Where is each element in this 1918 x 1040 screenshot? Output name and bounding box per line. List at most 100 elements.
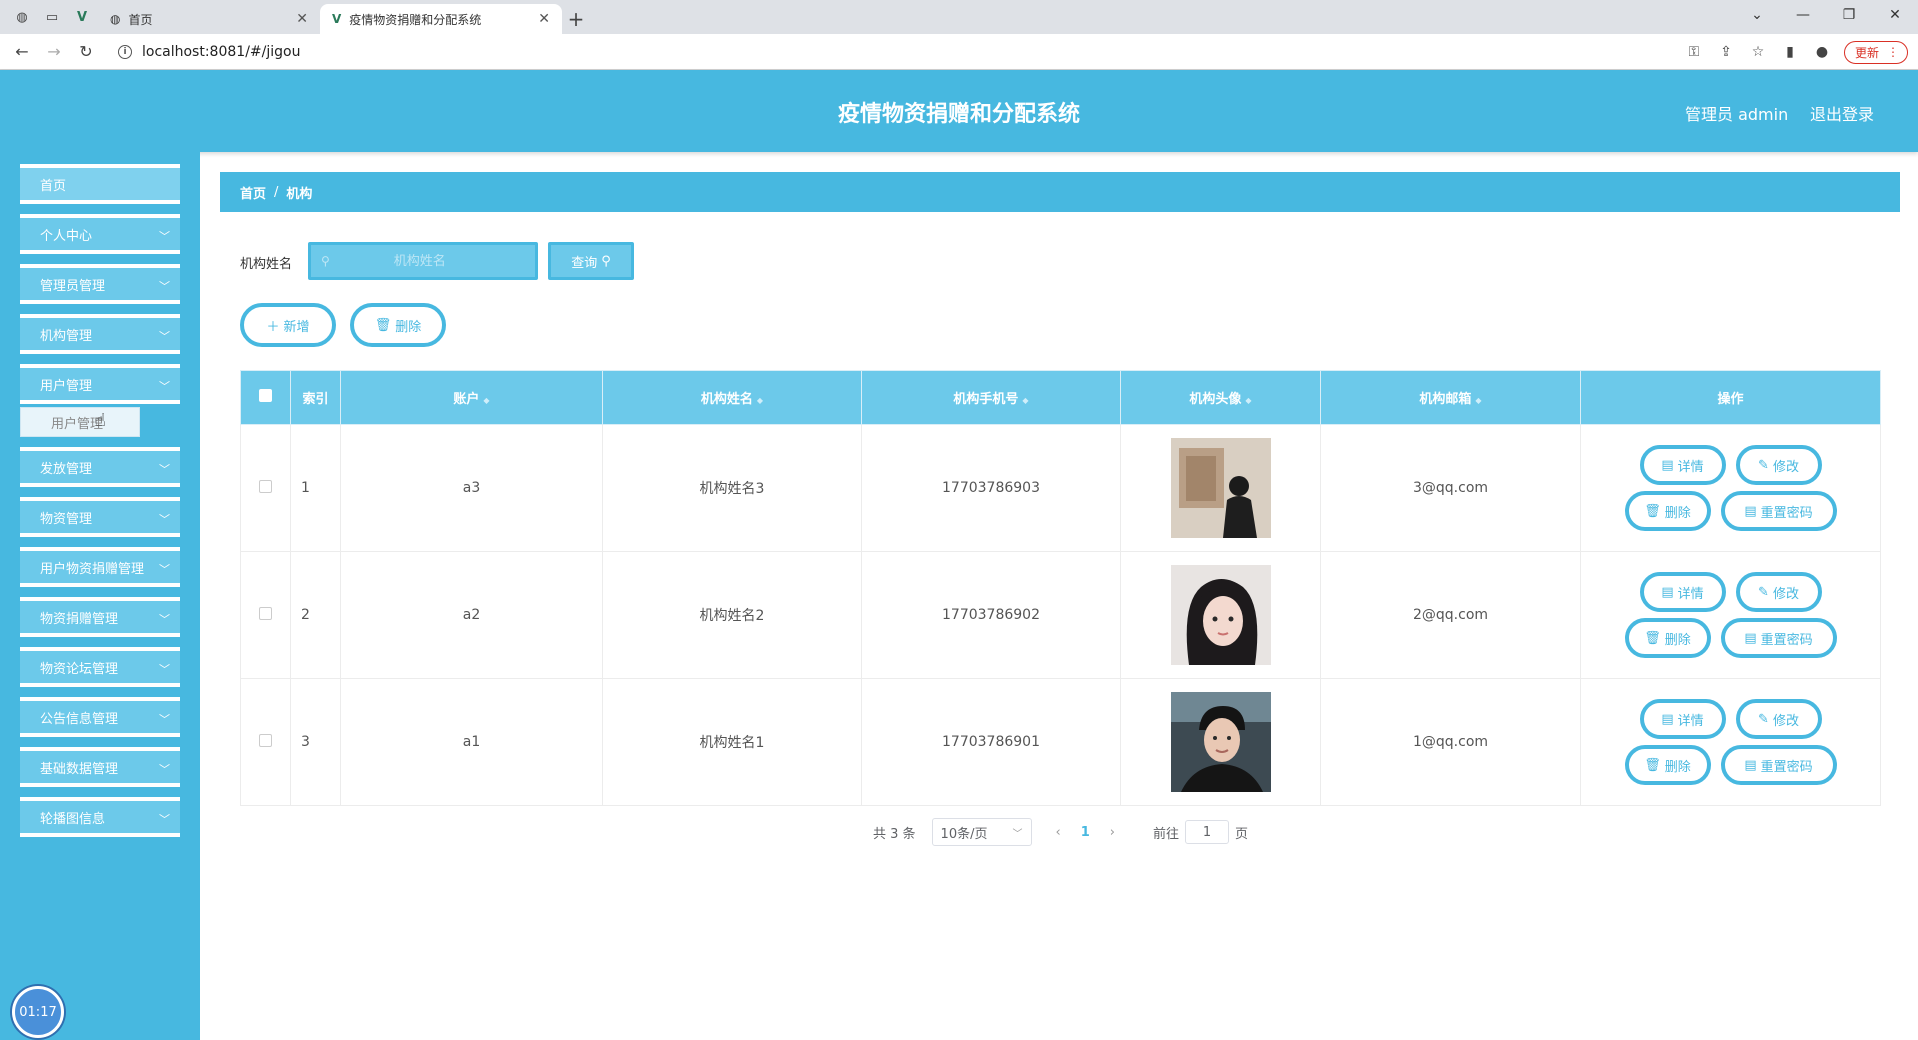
search-input[interactable] (329, 253, 510, 269)
info-icon[interactable]: i (118, 45, 132, 59)
forward-button[interactable]: → (38, 36, 70, 68)
column-header-index: 索引 (290, 370, 341, 425)
close-icon[interactable]: ✕ (538, 11, 550, 27)
back-button[interactable]: ← (6, 36, 38, 68)
key-icon[interactable]: ⚿ (1684, 44, 1704, 60)
pager-total: 共 3 条 (873, 826, 916, 842)
reload-button[interactable]: ↻ (70, 36, 102, 68)
column-label: 账户 (453, 392, 480, 407)
row-select-cell (240, 424, 291, 552)
sidebar-item-user-donation[interactable]: 用户物资捐赠管理 ﹀ (20, 547, 180, 587)
cell-index: 1 (290, 424, 341, 552)
minimize-icon[interactable]: — (1780, 0, 1826, 30)
page-size-value: 10条/页 (940, 826, 988, 842)
next-page-button[interactable]: › (1110, 825, 1115, 840)
row-checkbox[interactable] (259, 606, 272, 620)
sort-icon[interactable]: ◆ (1475, 396, 1481, 405)
row-checkbox[interactable] (259, 733, 272, 747)
reset-password-button[interactable]: ▤ 重置密码 (1720, 745, 1837, 785)
cell-account: a1 (340, 678, 603, 806)
avatar-image[interactable] (1170, 692, 1271, 792)
profile-icon[interactable]: ● (1812, 44, 1832, 60)
chevron-down-icon[interactable]: ⌄ (1734, 0, 1780, 30)
query-button[interactable]: 查询 ⚲ (548, 242, 634, 280)
browser-tab-system[interactable]: V 疫情物资捐赠和分配系统 ✕ (320, 4, 562, 34)
sidebar-item-users[interactable]: 用户管理 ﹀ (20, 364, 180, 404)
row-delete-button[interactable]: 🗑 删除 (1624, 745, 1711, 785)
sidebar-item-profile[interactable]: 个人中心 ﹀ (20, 214, 180, 254)
trash-icon: 🗑 (1644, 630, 1661, 646)
reset-label: 重置密码 (1760, 505, 1813, 521)
sidepanel-icon[interactable]: ▮ (1780, 44, 1800, 60)
edit-button[interactable]: ✎ 修改 (1735, 445, 1822, 485)
globe-icon[interactable]: ◍ (14, 9, 30, 25)
trash-icon: 🗑 (1644, 757, 1661, 773)
cell-name: 机构姓名2 (602, 551, 862, 679)
delete-button[interactable]: 🗑 删除 (350, 303, 446, 347)
prev-page-button[interactable]: ‹ (1056, 825, 1061, 840)
breadcrumb-home[interactable]: 首页 (240, 183, 266, 202)
add-button[interactable]: ＋ 新增 (240, 303, 336, 347)
sidebar-item-label: 机构管理 (40, 328, 93, 344)
edit-button[interactable]: ✎ 修改 (1735, 699, 1822, 739)
sidebar-item-home[interactable]: 首页 (20, 164, 180, 204)
edit-button[interactable]: ✎ 修改 (1735, 572, 1822, 612)
current-page[interactable]: 1 (1081, 825, 1090, 840)
cell-avatar (1120, 678, 1321, 806)
page-size-select[interactable]: 10条/页 ﹀ (931, 818, 1032, 846)
close-window-icon[interactable]: ✕ (1872, 0, 1918, 30)
sidebar-item-donation[interactable]: 物资捐赠管理 ﹀ (20, 597, 180, 637)
column-header-email[interactable]: 机构邮箱 ◆ (1320, 370, 1581, 425)
share-icon[interactable]: ⇪ (1716, 44, 1736, 60)
column-header-actions: 操作 (1580, 370, 1881, 425)
sidebar-item-forum[interactable]: 物资论坛管理 ﹀ (20, 647, 180, 687)
timer-badge: 01:17 (12, 986, 64, 1038)
new-tab-button[interactable]: + (562, 4, 590, 34)
goto-suffix: 页 (1235, 826, 1249, 842)
row-delete-button[interactable]: 🗑 删除 (1624, 491, 1711, 531)
url-field[interactable]: i localhost:8081/#/jigou (104, 38, 1704, 66)
reset-password-button[interactable]: ▤ 重置密码 (1720, 491, 1837, 531)
sidebar-item-org[interactable]: 机构管理 ﹀ (20, 314, 180, 354)
window-controls: ⌄ — ❐ ✕ (1734, 0, 1918, 30)
query-label: 查询 (571, 255, 598, 271)
sidebar-item-admin[interactable]: 管理员管理 ﹀ (20, 264, 180, 304)
column-header-account[interactable]: 账户 ◆ (340, 370, 603, 425)
avatar-image[interactable] (1170, 565, 1271, 665)
cell-email: 2@qq.com (1320, 551, 1581, 679)
sort-icon[interactable]: ◆ (1245, 396, 1251, 405)
search-label: 机构姓名 (240, 257, 293, 272)
sidebar-item-notice[interactable]: 公告信息管理 ﹀ (20, 697, 180, 737)
sidebar-item-basedata[interactable]: 基础数据管理 ﹀ (20, 747, 180, 787)
sort-icon[interactable]: ◆ (1022, 396, 1028, 405)
sidebar-item-supplies[interactable]: 物资管理 ﹀ (20, 497, 180, 537)
select-all-checkbox[interactable] (259, 389, 272, 402)
sort-icon[interactable]: ◆ (483, 396, 489, 405)
star-icon[interactable]: ☆ (1748, 44, 1768, 60)
detail-button[interactable]: ▤ 详情 (1639, 572, 1726, 612)
sidebar-item-distribution[interactable]: 发放管理 ﹀ (20, 447, 180, 487)
vue-icon[interactable]: V (74, 9, 90, 25)
blank-tab-icon[interactable]: ▭ (44, 9, 60, 25)
browser-tab-home[interactable]: ◍ 首页 ✕ (98, 4, 320, 34)
search-field[interactable]: ⚲ (308, 242, 538, 280)
goto-page-input[interactable]: 1 (1185, 820, 1230, 844)
column-header-name[interactable]: 机构姓名 ◆ (602, 370, 862, 425)
update-label: 更新 (1854, 45, 1879, 60)
column-header-avatar[interactable]: 机构头像 ◆ (1120, 370, 1321, 425)
update-button[interactable]: 更新 ⋮ (1843, 40, 1908, 64)
row-delete-button[interactable]: 🗑 删除 (1624, 618, 1711, 658)
detail-button[interactable]: ▤ 详情 (1639, 699, 1726, 739)
row-checkbox[interactable] (259, 479, 272, 493)
detail-button[interactable]: ▤ 详情 (1639, 445, 1726, 485)
sidebar-item-carousel[interactable]: 轮播图信息 ﹀ (20, 797, 180, 837)
submenu-user-management[interactable]: 用户管理 (20, 407, 140, 437)
column-header-phone[interactable]: 机构手机号 ◆ (861, 370, 1121, 425)
avatar-image[interactable] (1170, 438, 1271, 538)
detail-label: 详情 (1677, 586, 1704, 602)
sort-icon[interactable]: ◆ (757, 396, 763, 405)
restore-icon[interactable]: ❐ (1826, 0, 1872, 30)
reset-password-button[interactable]: ▤ 重置密码 (1720, 618, 1837, 658)
logout-link[interactable]: 退出登录 (1810, 101, 1874, 125)
close-icon[interactable]: ✕ (296, 11, 308, 27)
